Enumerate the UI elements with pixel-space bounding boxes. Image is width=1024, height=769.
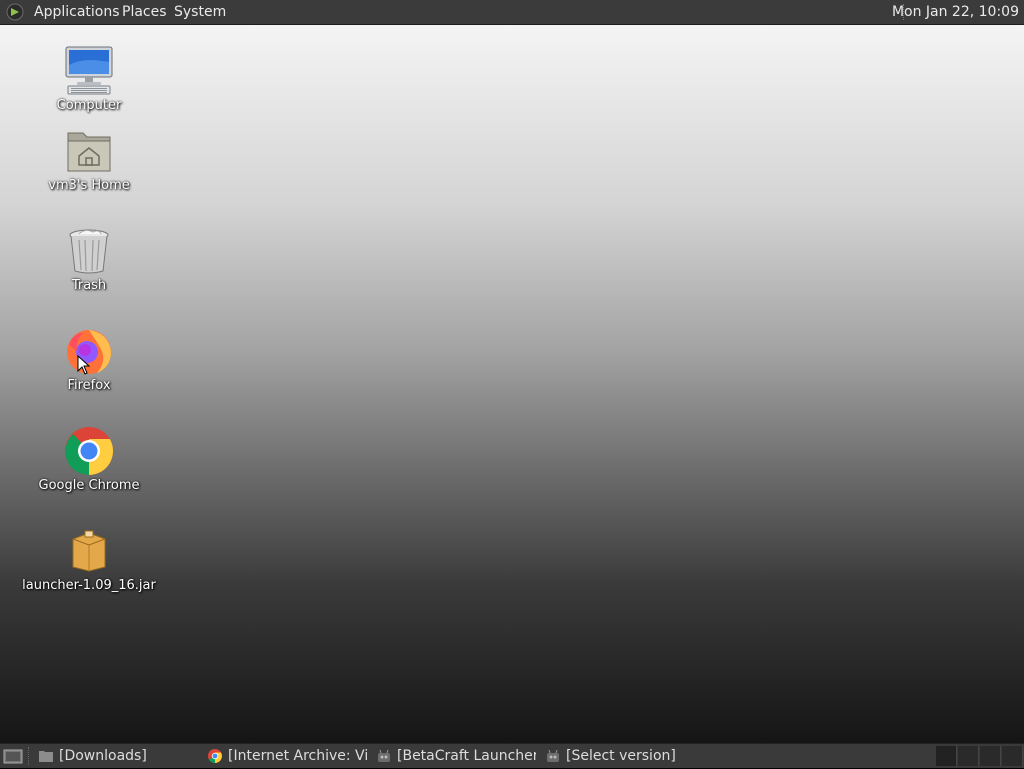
desktop-icon-label: Trash — [71, 278, 107, 293]
desktop-icon-trash[interactable]: Trash — [19, 225, 159, 293]
show-desktop-icon[interactable] — [3, 747, 23, 765]
workspace-4[interactable] — [1002, 746, 1023, 766]
taskbar-item-label: [Internet Archive: Vi... — [228, 748, 367, 764]
workspace-1[interactable] — [936, 746, 957, 766]
panel-separator — [28, 747, 30, 765]
home-folder-icon — [63, 125, 115, 177]
computer-icon — [63, 45, 115, 97]
system-menu[interactable]: System — [174, 0, 226, 24]
desktop-icon-label: Firefox — [67, 378, 111, 393]
taskbar-item-downloads[interactable]: [Downloads] — [33, 745, 198, 767]
applications-menu[interactable]: Applications — [34, 0, 120, 24]
chrome-icon — [63, 425, 115, 477]
taskbar-item-select-version[interactable]: [Select version] — [540, 745, 705, 767]
places-menu[interactable]: Places — [122, 0, 167, 24]
mate-logo-icon[interactable] — [6, 3, 24, 21]
folder-icon — [38, 748, 54, 764]
desktop-icon-label: vm3's Home — [48, 178, 130, 193]
chrome-icon — [207, 748, 223, 764]
taskbar-item-label: [BetaCraft Launcher... — [397, 748, 536, 764]
java-icon — [376, 748, 392, 764]
top-panel: Applications Places System Mon Jan 22, 1… — [0, 0, 1024, 25]
trash-icon — [63, 225, 115, 277]
desktop-icon-computer[interactable]: Computer — [19, 45, 159, 113]
bottom-panel: [Downloads] [Internet Archive: Vi... [Be… — [0, 743, 1024, 768]
taskbar-item-label: [Select version] — [566, 748, 676, 764]
desktop-icon-google-chrome[interactable]: Google Chrome — [19, 425, 159, 493]
clock[interactable]: Mon Jan 22, 10:09 — [892, 0, 1019, 24]
desktop-icon-label: Google Chrome — [38, 478, 140, 493]
java-icon — [545, 748, 561, 764]
taskbar-item-betacraft-launcher[interactable]: [BetaCraft Launcher... — [371, 745, 536, 767]
desktop-icon-home[interactable]: vm3's Home — [19, 125, 159, 193]
workspace-2[interactable] — [958, 746, 979, 766]
desktop[interactable]: Computer vm3's Home Trash Firefox Google… — [0, 25, 1024, 743]
desktop-icon-launcher-jar[interactable]: launcher-1.09_16.jar — [19, 525, 159, 593]
taskbar-item-internet-archive[interactable]: [Internet Archive: Vi... — [202, 745, 367, 767]
desktop-icon-label: Computer — [56, 98, 122, 113]
workspace-3[interactable] — [980, 746, 1001, 766]
jar-package-icon — [63, 525, 115, 577]
desktop-icon-label: launcher-1.09_16.jar — [22, 578, 156, 593]
taskbar-item-label: [Downloads] — [59, 748, 147, 764]
mouse-pointer-icon — [77, 355, 91, 375]
